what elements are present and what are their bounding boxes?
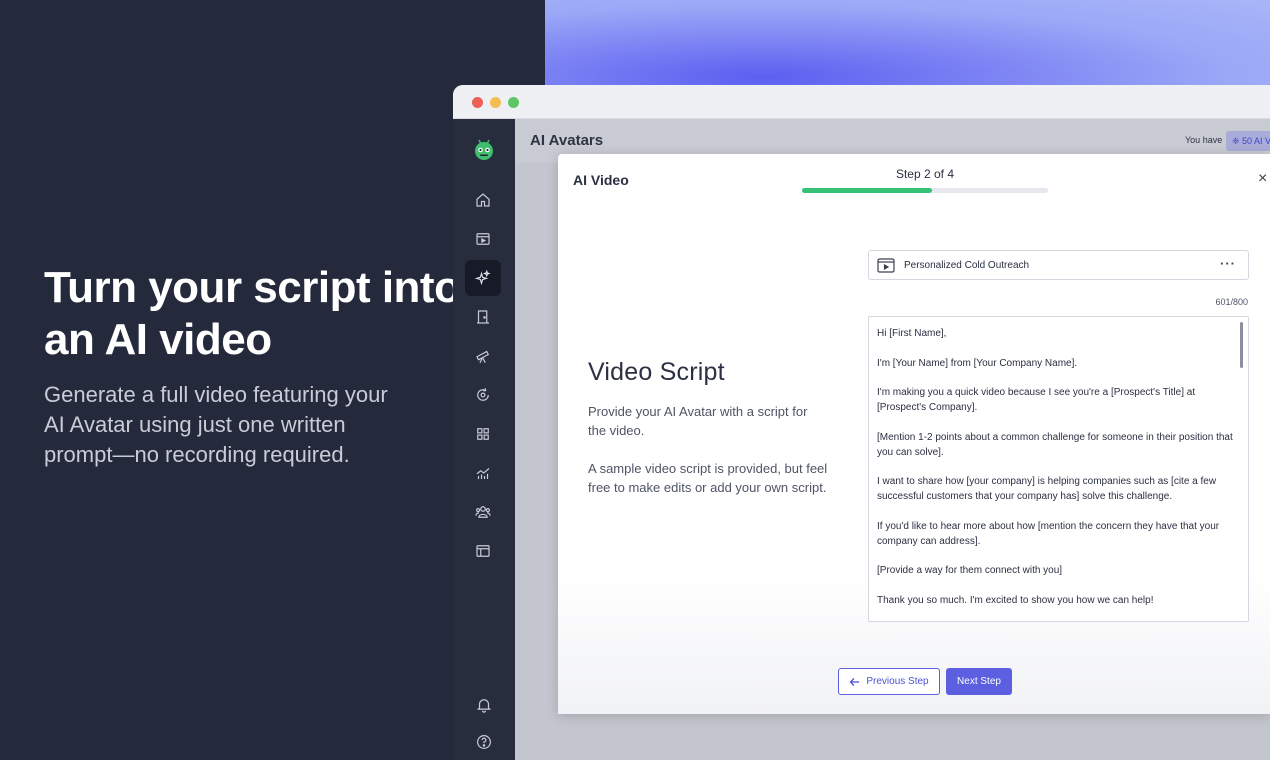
- nav-discover[interactable]: [465, 338, 501, 374]
- script-paragraph: [Provide a way for them connect with you…: [877, 565, 1063, 576]
- script-paragraph: I'm [Your Name] from [Your Company Name]…: [877, 357, 1078, 369]
- refresh-icon: [477, 388, 489, 401]
- sidebar: [453, 119, 515, 760]
- ai-video-modal: AI Video × Step 2 of 4 Video Script Prov…: [558, 154, 1270, 714]
- section-note: A sample video script is provided, but f…: [588, 461, 828, 495]
- nav-team[interactable]: [465, 494, 501, 530]
- minimize-window-button[interactable]: [490, 97, 501, 108]
- script-scrollbar[interactable]: [1240, 322, 1243, 368]
- script-template-select[interactable]: Personalized Cold Outreach ···: [868, 250, 1249, 280]
- app-logo-icon[interactable]: [472, 137, 496, 161]
- help-icon[interactable]: [475, 733, 493, 751]
- script-paragraph: Thank you so much. I'm excited to show y…: [877, 594, 1154, 606]
- page-title: AI Avatars: [530, 132, 604, 149]
- window-titlebar: [453, 85, 1270, 119]
- modal-title: AI Video: [573, 172, 629, 188]
- team-icon: [475, 506, 491, 518]
- video-icon: [476, 233, 490, 245]
- nav-automations[interactable]: [465, 377, 501, 413]
- credits-badge[interactable]: ❈ 50 AI V: [1226, 131, 1270, 151]
- character-count: 601/800: [1215, 297, 1248, 307]
- close-modal-button[interactable]: ×: [1258, 170, 1267, 188]
- bell-icon[interactable]: [475, 696, 493, 714]
- nav-videos[interactable]: [465, 221, 501, 257]
- analytics-icon: [476, 468, 490, 479]
- close-window-button[interactable]: [472, 97, 483, 108]
- layout-icon: [476, 545, 490, 557]
- step-progress-fill: [802, 188, 933, 193]
- more-options-icon[interactable]: ···: [1220, 256, 1236, 271]
- script-paragraph: If you'd like to hear more about how [me…: [877, 520, 1220, 547]
- credits-text: You have: [1185, 135, 1223, 145]
- door-icon: [477, 310, 489, 324]
- arrow-left-icon: [849, 677, 860, 686]
- section-title: Video Script: [588, 358, 725, 386]
- script-paragraph: I want to share how [your company] is he…: [877, 476, 1217, 502]
- grid-icon: [477, 428, 489, 440]
- nav-rooms[interactable]: [465, 299, 501, 335]
- sparkles-icon: [474, 269, 491, 286]
- nav-ai-avatars[interactable]: [465, 260, 501, 296]
- step-label: Step 2 of 4: [895, 167, 955, 181]
- script-paragraph: I'm making you a quick video because I s…: [877, 387, 1196, 413]
- hero-subtitle: Generate a full video featuring your AI …: [44, 382, 388, 467]
- section-description: Provide your AI Avatar with a script for…: [588, 404, 808, 438]
- telescope-icon: [476, 350, 490, 364]
- script-textarea[interactable]: Hi [First Name], I'm [Your Name] from [Y…: [868, 316, 1249, 622]
- nav-home[interactable]: [465, 182, 501, 218]
- nav-integrations[interactable]: [465, 416, 501, 452]
- next-step-button[interactable]: Next Step: [946, 668, 1012, 695]
- maximize-window-button[interactable]: [508, 97, 519, 108]
- hero-title: Turn your script into an AI video: [44, 263, 461, 364]
- template-name: Personalized Cold Outreach: [904, 260, 1030, 271]
- step-progress-bar: [802, 188, 1048, 193]
- previous-step-button[interactable]: Previous Step: [838, 668, 940, 695]
- previous-step-label: Previous Step: [866, 676, 929, 687]
- nav-templates[interactable]: [465, 533, 501, 569]
- home-icon: [476, 193, 490, 207]
- script-paragraph: [Mention 1-2 points about a common chall…: [877, 431, 1233, 458]
- script-text: Hi [First Name], I'm [Your Name] from [Y…: [877, 326, 1237, 621]
- video-template-icon: [877, 258, 895, 273]
- script-paragraph: Hi [First Name],: [877, 328, 947, 339]
- nav-analytics[interactable]: [465, 455, 501, 491]
